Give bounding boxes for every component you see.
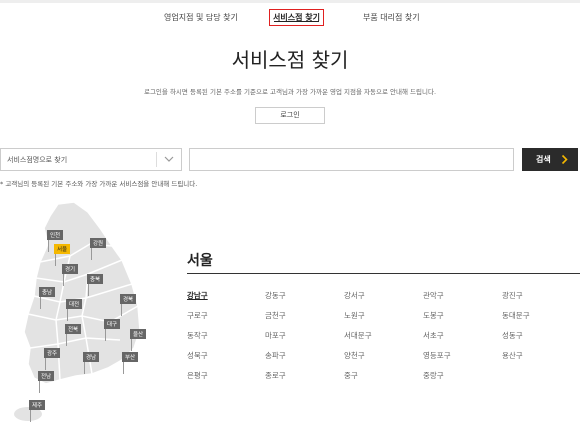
region-jeonbuk[interactable]: 전북 (65, 324, 82, 346)
city-heading: 서울 (187, 253, 213, 269)
district-link[interactable]: 도봉구 (423, 310, 444, 321)
region-gwangju[interactable]: 광주 (44, 348, 61, 370)
region-daejeon-label: 대전 (69, 302, 80, 308)
chevron-down-icon (164, 156, 174, 162)
region-busan[interactable]: 부산 (122, 352, 139, 374)
region-gyeongbuk-label: 경북 (123, 297, 134, 303)
district-link[interactable]: 관악구 (423, 290, 444, 301)
district-link[interactable]: 동대문구 (502, 310, 530, 321)
district-link[interactable]: 중구 (344, 370, 358, 381)
region-daegu-label: 대구 (107, 322, 118, 328)
district-link[interactable]: 금천구 (265, 310, 286, 321)
region-chungnam-label: 충남 (42, 290, 53, 296)
district-link[interactable]: 양천구 (344, 350, 365, 361)
region-jeonbuk-label: 전북 (68, 327, 79, 333)
region-chungbuk-label: 충북 (90, 277, 101, 283)
page-description: 로그인을 하시면 등록된 기본 주소를 기준으로 고객님과 가장 가까운 영업 … (143, 88, 437, 96)
region-chungbuk[interactable]: 충북 (87, 274, 104, 296)
region-gyeongnam[interactable]: 경남 (83, 352, 100, 374)
district-link[interactable]: 강남구 (187, 290, 208, 301)
district-link[interactable]: 강서구 (344, 290, 365, 301)
region-gangwon[interactable]: 강원 (90, 238, 107, 260)
district-link[interactable]: 노원구 (344, 310, 365, 321)
district-link[interactable]: 동작구 (187, 330, 208, 341)
search-type-select[interactable]: 서비스점명으로 찾기 (0, 148, 182, 171)
region-jeonnam-label: 전남 (41, 374, 52, 380)
search-input[interactable] (189, 148, 514, 171)
district-link[interactable]: 성북구 (187, 350, 208, 361)
chevron-right-icon (561, 154, 568, 165)
region-jeju[interactable]: 제주 (29, 400, 46, 422)
district-link[interactable]: 서초구 (423, 330, 444, 341)
district-link[interactable]: 강동구 (265, 290, 286, 301)
region-gyeonggi[interactable]: 경기 (62, 264, 79, 286)
district-link[interactable]: 용산구 (502, 350, 523, 361)
region-daegu[interactable]: 대구 (104, 319, 121, 341)
region-jeonnam[interactable]: 전남 (38, 371, 55, 393)
search-type-value: 서비스점명으로 찾기 (7, 156, 68, 164)
region-incheon-label: 인천 (50, 233, 61, 239)
search-button[interactable]: 검색 (522, 148, 578, 171)
login-button[interactable]: 로그인 (255, 107, 325, 124)
district-link[interactable]: 마포구 (265, 330, 286, 341)
region-ulsan-label: 울산 (133, 332, 144, 338)
tab-sales-branch[interactable]: 영업지점 및 담당 찾기 (164, 12, 238, 23)
region-chungnam[interactable]: 충남 (39, 287, 56, 309)
city-divider (187, 273, 580, 274)
region-gwangju-label: 광주 (47, 351, 58, 357)
search-note: * 고객님의 등록된 기본 주소와 가장 가까운 서비스점을 안내해 드립니다. (0, 180, 198, 188)
district-link[interactable]: 중랑구 (423, 370, 444, 381)
district-link[interactable]: 서대문구 (344, 330, 372, 341)
region-gangwon-label: 강원 (93, 241, 104, 247)
region-seoul[interactable]: 서울 (54, 244, 71, 266)
tab-parts-dealer[interactable]: 부품 대리점 찾기 (363, 12, 420, 23)
region-incheon[interactable]: 인천 (47, 230, 64, 252)
district-link[interactable]: 구로구 (187, 310, 208, 321)
region-gyeongbuk[interactable]: 경북 (120, 294, 137, 316)
region-ulsan[interactable]: 울산 (130, 329, 147, 351)
region-jeju-label: 제주 (32, 403, 43, 409)
district-link[interactable]: 성동구 (502, 330, 523, 341)
district-link[interactable]: 송파구 (265, 350, 286, 361)
district-link[interactable]: 영등포구 (423, 350, 451, 361)
korea-map: 인천 서울 강원 경기 충북 충남 대전 경북 전북 대구 울산 광주 경남 부… (0, 198, 170, 430)
region-gyeonggi-label: 경기 (65, 267, 76, 273)
region-gyeongnam-label: 경남 (86, 355, 97, 361)
page-title: 서비스점 찾기 (231, 48, 349, 72)
region-seoul-label: 서울 (57, 247, 68, 253)
korea-map-shape (14, 201, 141, 421)
tab-service-center[interactable]: 서비스점 찾기 (269, 9, 324, 26)
district-link[interactable]: 종로구 (265, 370, 286, 381)
region-daejeon[interactable]: 대전 (66, 299, 83, 321)
search-button-label: 검색 (536, 155, 551, 164)
district-link[interactable]: 은평구 (187, 370, 208, 381)
district-link[interactable]: 광진구 (502, 290, 523, 301)
top-tabs: 영업지점 및 담당 찾기 서비스점 찾기 부품 대리점 찾기 (0, 0, 580, 28)
region-busan-label: 부산 (125, 355, 136, 361)
